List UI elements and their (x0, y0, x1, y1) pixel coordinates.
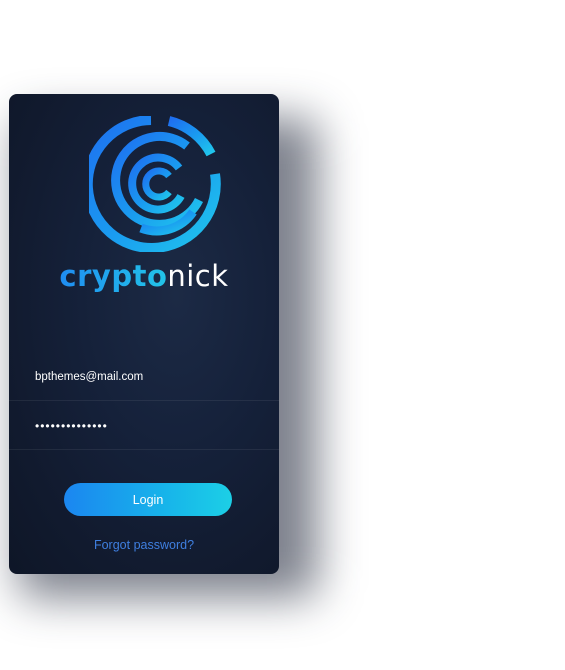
email-field-row (9, 352, 279, 401)
page: cryptonick Login Forgot password? (0, 0, 565, 670)
forgot-password-link[interactable]: Forgot password? (9, 538, 279, 552)
password-field-row (9, 401, 279, 450)
login-card: cryptonick Login Forgot password? (9, 94, 279, 574)
brand-name-light: nick (167, 259, 229, 293)
login-button[interactable]: Login (64, 483, 232, 516)
email-field[interactable] (35, 366, 255, 388)
brand-name-strong: crypto (59, 259, 168, 293)
maze-c-logo-icon (89, 116, 221, 252)
password-field[interactable] (35, 415, 255, 437)
brand-wordmark: cryptonick (9, 258, 279, 294)
